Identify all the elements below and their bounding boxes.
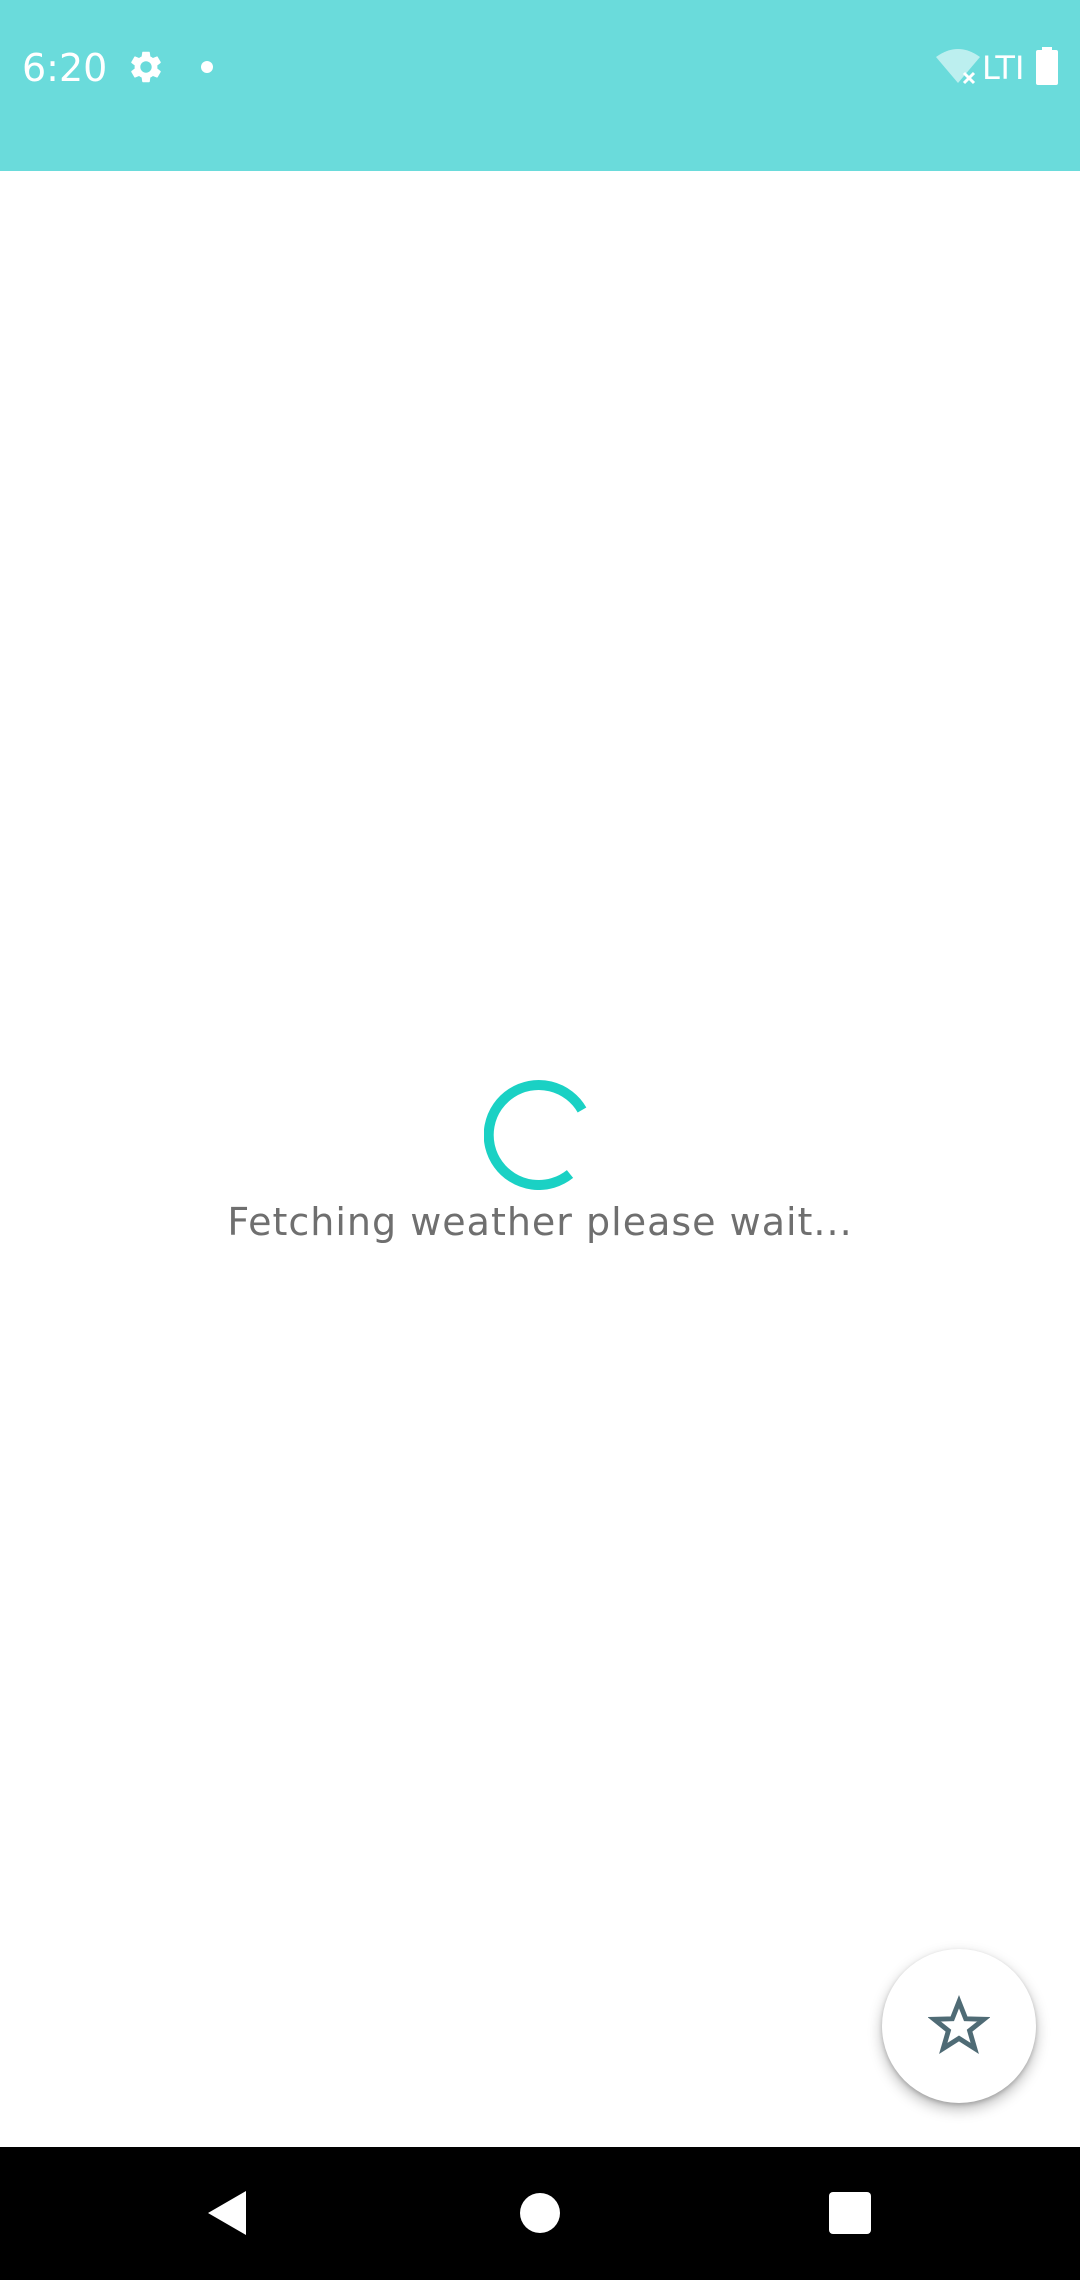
loading-spinner xyxy=(484,1080,587,1190)
recents-icon[interactable] xyxy=(829,2192,871,2234)
notification-dot-icon xyxy=(201,61,213,73)
status-time: 6:20 xyxy=(22,46,108,90)
back-icon[interactable] xyxy=(202,2187,254,2239)
network-label: LTI xyxy=(982,49,1025,87)
screen: 6:20 LTI Fetching weather please wait... xyxy=(0,0,1080,2280)
status-bar: 6:20 LTI xyxy=(0,0,1080,171)
home-icon[interactable] xyxy=(520,2193,560,2233)
navigation-bar xyxy=(0,2147,1080,2280)
gear-icon xyxy=(131,51,161,83)
star-outline-icon xyxy=(928,1995,990,2055)
battery-icon xyxy=(1036,47,1058,85)
wifi-off-icon xyxy=(936,49,980,85)
favorites-button[interactable] xyxy=(882,1949,1036,2103)
status-row: 6:20 LTI xyxy=(0,38,1080,98)
loading-message: Fetching weather please wait... xyxy=(227,1200,853,1244)
